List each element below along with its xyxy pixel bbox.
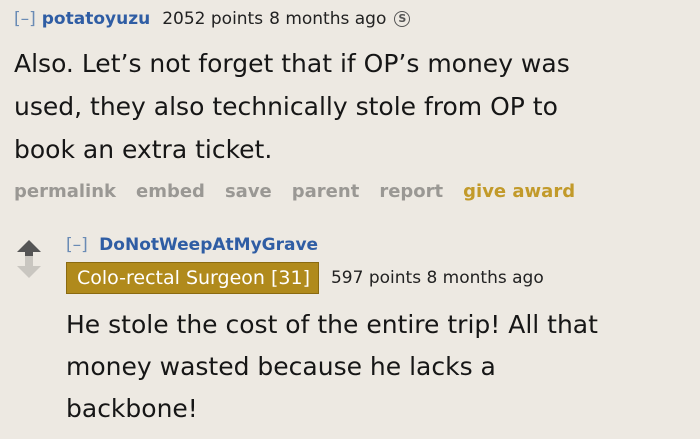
flair-row: Colo-rectal Surgeon [31] 597 points 8 mo… (66, 262, 696, 294)
comment-body-line: Also. Let’s not forget that if OP’s mone… (14, 49, 570, 78)
give-award-link[interactable]: give award (463, 181, 575, 202)
timestamp[interactable]: 8 months ago (269, 8, 386, 30)
save-link[interactable]: save (225, 181, 272, 202)
collapse-toggle[interactable]: [–] (14, 8, 36, 30)
comment-body-line: He stole the cost of the entire trip! Al… (66, 310, 598, 339)
comment-body: Also. Let’s not forget that if OP’s mone… (14, 42, 694, 171)
comment-main: [–] DoNotWeepAtMyGrave Colo-rectal Surge… (66, 234, 696, 430)
author-link[interactable]: potatoyuzu (42, 8, 150, 30)
upvote-arrow-icon[interactable] (17, 240, 41, 262)
comment-body-line: used, they also technically stole from O… (14, 92, 558, 121)
silver-award-icon[interactable]: S (394, 11, 411, 27)
comment-body-line: backbone! (66, 394, 198, 423)
comment-potatoyuzu: [–] potatoyuzu 2052 points 8 months ago … (14, 8, 694, 202)
user-flair-badge: Colo-rectal Surgeon [31] (66, 262, 319, 294)
comment-body-line: book an extra ticket. (14, 135, 273, 164)
comment-tagline: [–] potatoyuzu 2052 points 8 months ago … (14, 8, 694, 30)
collapse-toggle[interactable]: [–] (66, 235, 88, 255)
downvote-arrow-icon[interactable] (17, 256, 41, 278)
author-link[interactable]: DoNotWeepAtMyGrave (99, 235, 318, 255)
score-and-time: 597 points 8 months ago (330, 268, 544, 288)
parent-link[interactable]: parent (292, 181, 360, 202)
comment-body: He stole the cost of the entire trip! Al… (66, 304, 696, 430)
comment-actions: permalink embed save parent report give … (14, 181, 694, 202)
score: 2052 points (162, 9, 264, 29)
vote-controls (14, 240, 44, 278)
comment-body-line: money wasted because he lacks a (66, 352, 496, 381)
permalink-link[interactable]: permalink (14, 181, 116, 202)
report-link[interactable]: report (379, 181, 443, 202)
comment-tagline: [–] DoNotWeepAtMyGrave (66, 234, 696, 256)
embed-link[interactable]: embed (136, 181, 205, 202)
